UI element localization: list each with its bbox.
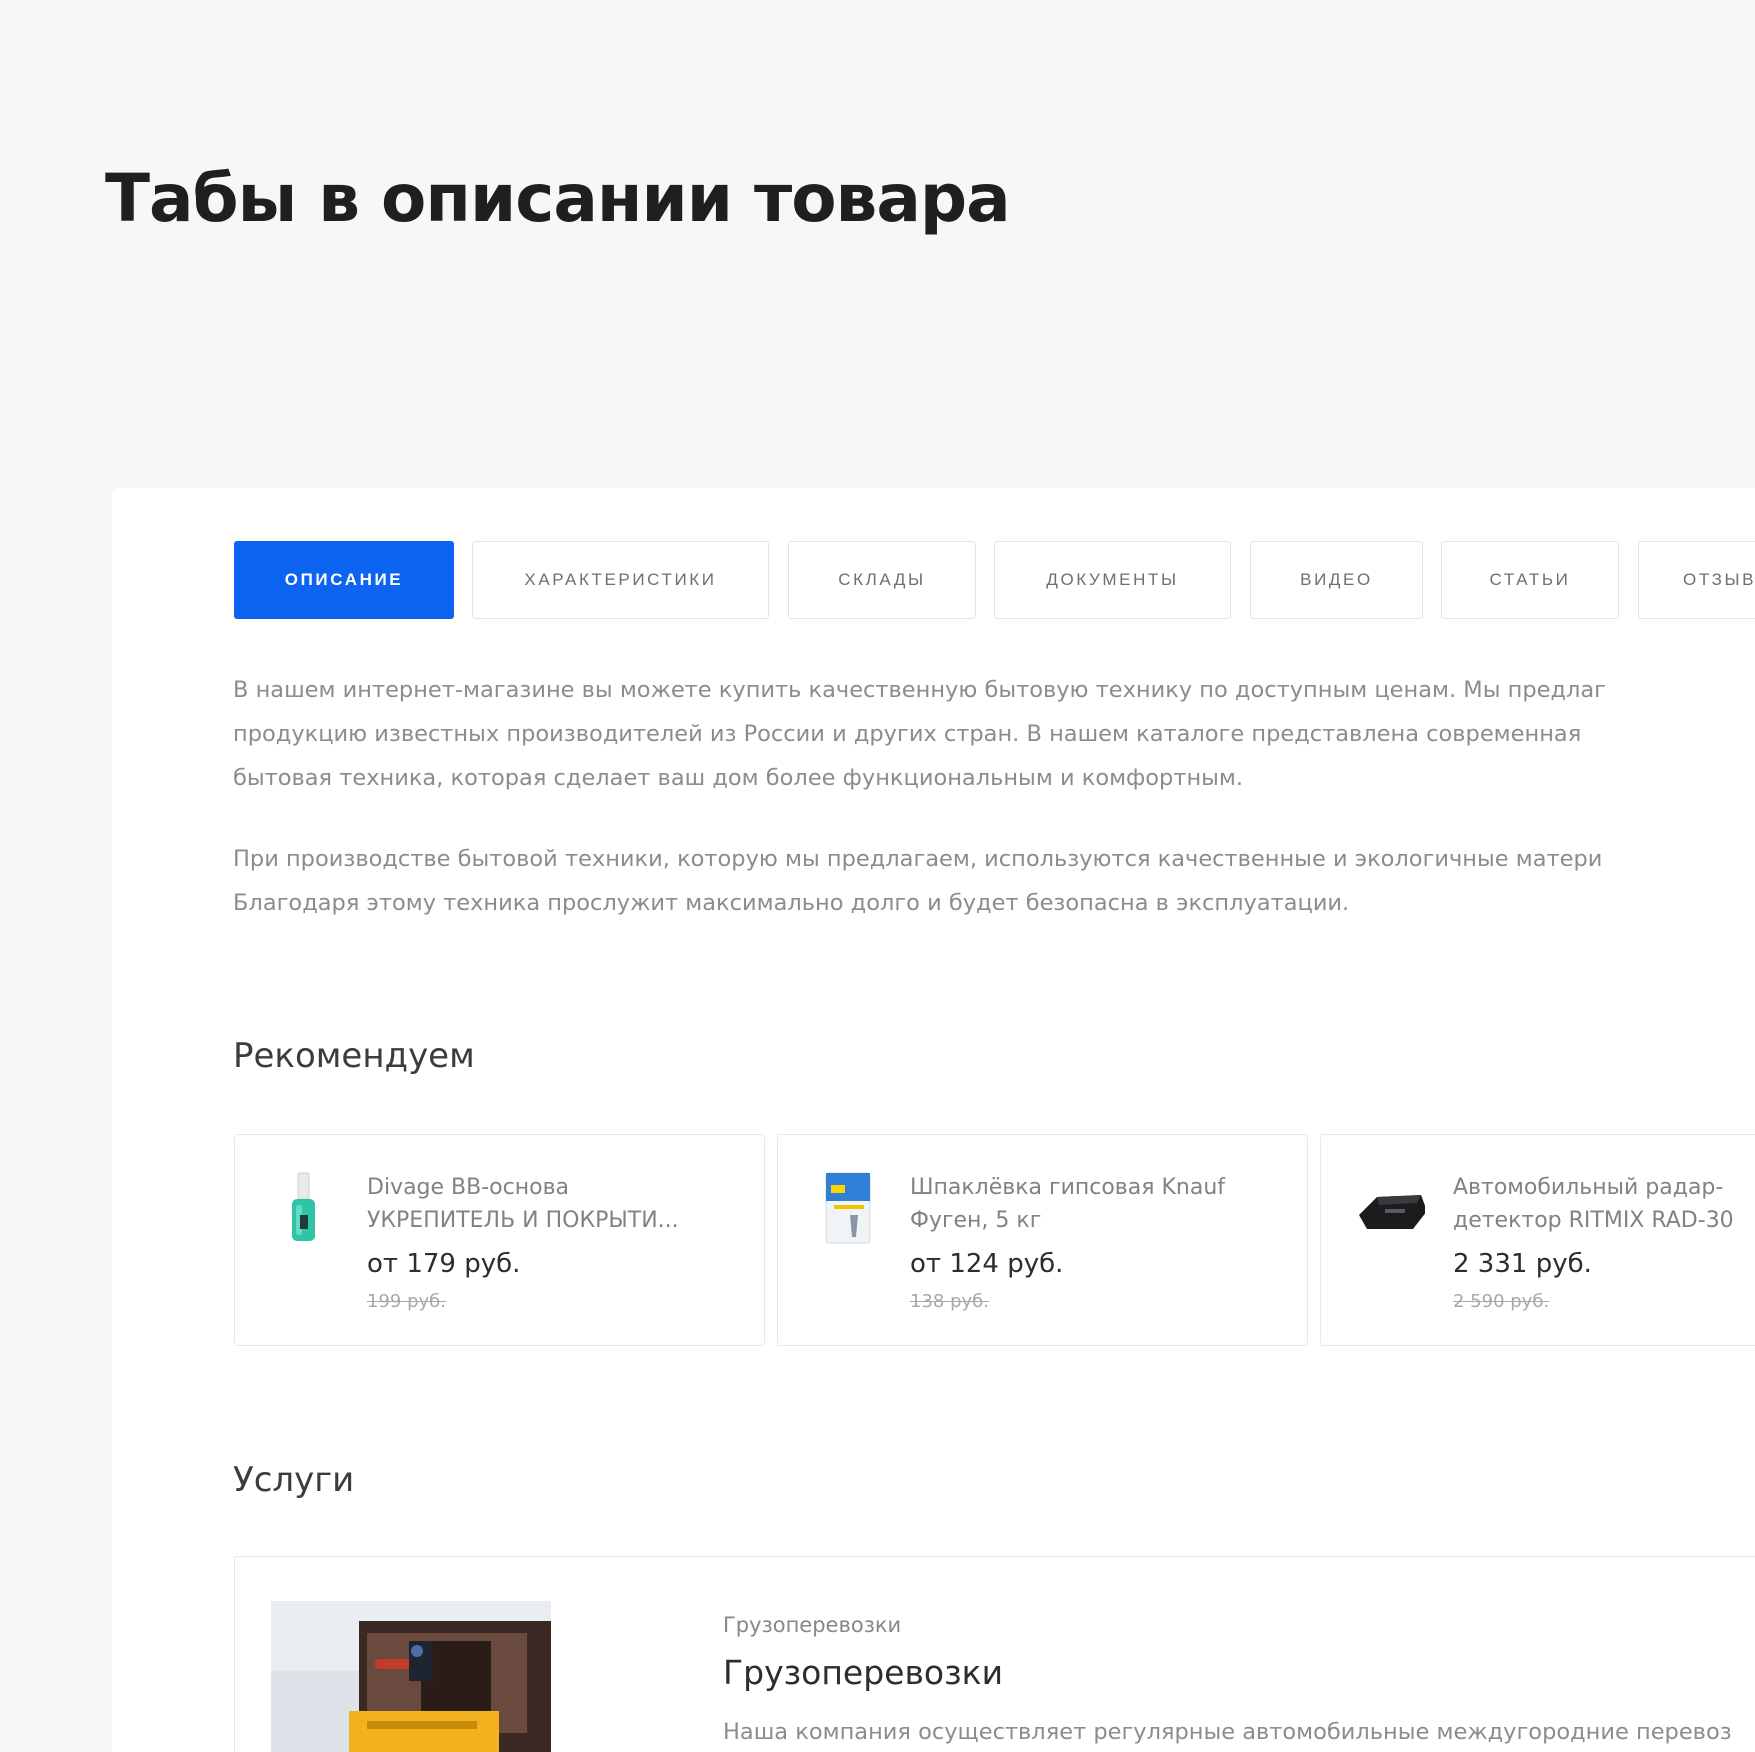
page-title: Табы в описании товара bbox=[105, 160, 1011, 237]
forklift-truck-photo bbox=[271, 1601, 551, 1752]
product-old-price: 199 руб. bbox=[367, 1291, 446, 1312]
product-name[interactable]: Автомобильный радар- детектор RITMIX RAD… bbox=[1453, 1171, 1755, 1237]
description-text: В нашем интернет-магазине вы можете купи… bbox=[233, 668, 1755, 962]
product-name[interactable]: Divage BB-основа УКРЕПИТЕЛЬ И ПОКРЫТИ... bbox=[367, 1171, 759, 1237]
service-title[interactable]: Грузоперевозки bbox=[723, 1653, 1003, 1692]
product-card[interactable]: Шпаклёвка гипсовая Knauf Фуген, 5 кг от … bbox=[777, 1134, 1308, 1346]
services-title: Услуги bbox=[233, 1460, 355, 1500]
product-price: от 124 руб. bbox=[910, 1249, 1064, 1279]
tab-documents[interactable]: ДОКУМЕНТЫ bbox=[994, 541, 1231, 619]
service-category[interactable]: Грузоперевозки bbox=[723, 1613, 901, 1637]
description-paragraph: При производстве бытовой техники, котору… bbox=[233, 846, 1603, 916]
service-description: Наша компания осуществляет регулярные ав… bbox=[723, 1719, 1732, 1745]
tab-description[interactable]: ОПИСАНИЕ bbox=[234, 541, 454, 619]
tab-reviews[interactable]: ОТЗЫВ bbox=[1638, 541, 1755, 619]
service-card[interactable]: Грузоперевозки Грузоперевозки Наша компа… bbox=[234, 1556, 1755, 1752]
recommend-title: Рекомендуем bbox=[233, 1036, 475, 1076]
tab-video[interactable]: ВИДЕО bbox=[1250, 541, 1423, 619]
tab-articles[interactable]: СТАТЬИ bbox=[1441, 541, 1619, 619]
product-price: от 179 руб. bbox=[367, 1249, 521, 1279]
putty-bag-icon bbox=[812, 1171, 882, 1247]
tab-specifications[interactable]: ХАРАКТЕРИСТИКИ bbox=[472, 541, 769, 619]
product-old-price: 2 590 руб. bbox=[1453, 1291, 1550, 1312]
product-details-card: ОПИСАНИЕ ХАРАКТЕРИСТИКИ СКЛАДЫ ДОКУМЕНТЫ… bbox=[112, 488, 1755, 1752]
description-paragraph: В нашем интернет-магазине вы можете купи… bbox=[233, 677, 1607, 791]
product-price: 2 331 руб. bbox=[1453, 1249, 1592, 1279]
product-old-price: 138 руб. bbox=[910, 1291, 989, 1312]
radar-detector-icon bbox=[1355, 1171, 1427, 1247]
nail-polish-icon bbox=[269, 1171, 339, 1247]
product-card[interactable]: Автомобильный радар- детектор RITMIX RAD… bbox=[1320, 1134, 1755, 1346]
product-name[interactable]: Шпаклёвка гипсовая Knauf Фуген, 5 кг bbox=[910, 1171, 1302, 1237]
tab-warehouses[interactable]: СКЛАДЫ bbox=[788, 541, 976, 619]
product-card[interactable]: Divage BB-основа УКРЕПИТЕЛЬ И ПОКРЫТИ...… bbox=[234, 1134, 765, 1346]
